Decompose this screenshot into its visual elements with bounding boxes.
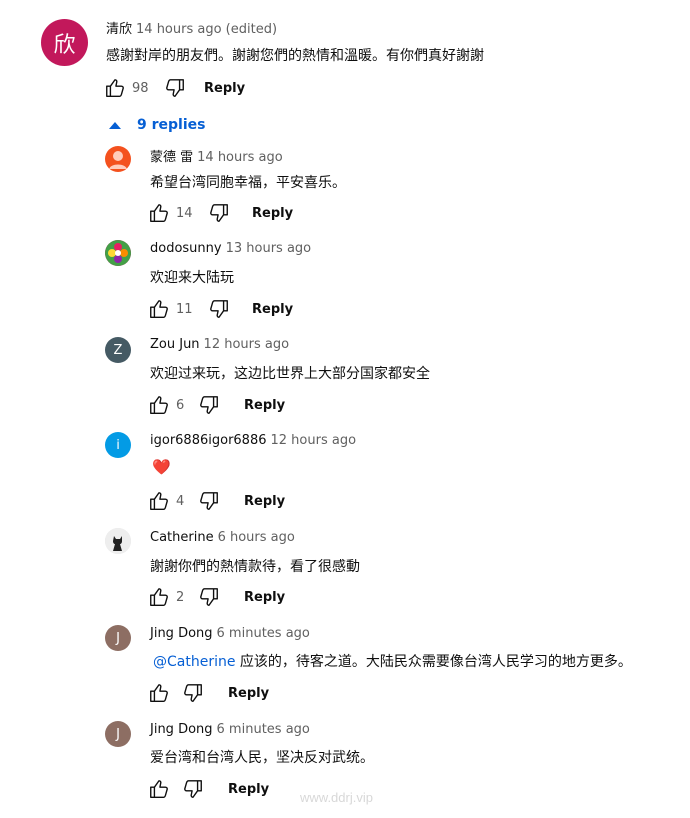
chevron-up-icon: [109, 121, 121, 129]
comment-text: 欢迎来大陆玩: [150, 270, 234, 286]
avatar[interactable]: 欣: [41, 19, 88, 66]
like-icon[interactable]: [148, 490, 170, 512]
avatar[interactable]: [105, 240, 131, 266]
comment-text: 希望台湾同胞幸福，平安喜乐。: [150, 175, 346, 191]
reply-item: 蒙德 雷 14 hours ago 希望台湾同胞幸福，平安喜乐。 14 Reply: [0, 140, 690, 236]
avatar[interactable]: Z: [105, 337, 131, 363]
comment-text: 爱台湾和台湾人民，坚决反对武统。: [150, 750, 374, 766]
like-count: 2: [176, 589, 185, 605]
comment-header: 清欣 14 hours ago (edited): [106, 18, 277, 37]
comment-text: 感謝對岸的朋友們。謝謝您們的熱情和溫暖。有你們真好謝謝: [106, 48, 484, 64]
comment-actions: Reply: [148, 777, 277, 801]
comment-actions: 14 Reply: [148, 201, 301, 225]
like-icon[interactable]: [148, 394, 170, 416]
author-name[interactable]: dodosunny: [150, 241, 222, 256]
top-comment: 欣 清欣 14 hours ago (edited) 感謝對岸的朋友們。謝謝您們的…: [0, 0, 690, 112]
author-name[interactable]: Zou Jun: [150, 337, 200, 352]
like-count: 14: [176, 205, 193, 221]
dislike-icon[interactable]: [164, 77, 186, 99]
reply-item: Z Zou Jun 12 hours ago 欢迎过来玩，这边比世界上大部分国家都…: [0, 332, 690, 428]
dislike-icon[interactable]: [208, 202, 230, 224]
reply-item: Catherine 6 hours ago 謝謝你們的熱情款待，看了很感動 2 R…: [0, 524, 690, 620]
reply-item: dodosunny 13 hours ago 欢迎来大陆玩 11 Reply: [0, 236, 690, 332]
flower-icon: [105, 240, 131, 266]
like-icon[interactable]: [104, 77, 126, 99]
author-name[interactable]: 蒙德 雷: [150, 150, 193, 165]
comment-actions: 4 Reply: [148, 489, 293, 513]
comment-text: 欢迎过来玩，这边比世界上大部分国家都安全: [150, 366, 430, 382]
reply-item: i igor6886igor6886 12 hours ago ❤️ 4 Repl…: [0, 428, 690, 524]
like-count: 11: [176, 301, 193, 317]
replies-toggle-button[interactable]: 9 replies: [109, 114, 205, 136]
comment-actions: 11 Reply: [148, 297, 301, 321]
author-name[interactable]: 清欣: [106, 22, 132, 37]
avatar[interactable]: J: [105, 625, 131, 651]
comment-actions: 6 Reply: [148, 393, 293, 417]
cat-icon: [105, 528, 131, 554]
avatar[interactable]: J: [105, 721, 131, 747]
comment-header: Jing Dong 6 minutes ago: [150, 626, 310, 641]
avatar[interactable]: i: [105, 432, 131, 458]
dislike-icon[interactable]: [182, 778, 204, 800]
heart-emoji: ❤️: [152, 458, 171, 476]
dislike-icon[interactable]: [198, 586, 220, 608]
comment-actions: 98 Reply: [104, 76, 253, 100]
like-icon[interactable]: [148, 586, 170, 608]
reply-button[interactable]: Reply: [244, 206, 301, 221]
like-icon[interactable]: [148, 202, 170, 224]
like-count: 6: [176, 397, 185, 413]
like-icon[interactable]: [148, 778, 170, 800]
avatar[interactable]: [105, 146, 131, 172]
reply-item: J Jing Dong 6 minutes ago @Catherine 应该的，…: [0, 620, 690, 716]
timestamp[interactable]: 12 hours ago: [204, 337, 290, 352]
author-name[interactable]: Jing Dong: [150, 722, 213, 737]
comment-actions: 2 Reply: [148, 585, 293, 609]
comment-text: @Catherine 应该的，待客之道。大陆民众需要像台湾人民学习的地方更多。: [153, 651, 632, 671]
dislike-icon[interactable]: [182, 682, 204, 704]
comment-header: igor6886igor6886 12 hours ago: [150, 433, 356, 448]
reply-button[interactable]: Reply: [196, 81, 253, 96]
comment-actions: Reply: [148, 681, 277, 705]
like-icon[interactable]: [148, 298, 170, 320]
reply-button[interactable]: Reply: [236, 494, 293, 509]
like-icon[interactable]: [148, 682, 170, 704]
dislike-icon[interactable]: [208, 298, 230, 320]
like-count: 98: [132, 80, 149, 96]
author-name[interactable]: Catherine: [150, 530, 214, 545]
dislike-icon[interactable]: [198, 490, 220, 512]
mention-link[interactable]: @Catherine: [153, 654, 235, 670]
timestamp[interactable]: 14 hours ago: [197, 150, 283, 165]
comment-header: 蒙德 雷 14 hours ago: [150, 146, 283, 165]
watermark: www.ddrj.vip: [300, 790, 373, 805]
timestamp[interactable]: 6 hours ago: [218, 530, 295, 545]
replies-count: 9 replies: [137, 117, 206, 133]
comment-text: 謝謝你們的熱情款待，看了很感動: [150, 559, 360, 575]
reply-button[interactable]: Reply: [220, 686, 277, 701]
timestamp[interactable]: 13 hours ago: [226, 241, 312, 256]
timestamp[interactable]: 6 minutes ago: [217, 722, 310, 737]
comment-text-body: 应该的，待客之道。大陆民众需要像台湾人民学习的地方更多。: [239, 654, 632, 670]
avatar[interactable]: [105, 528, 131, 554]
comment-header: dodosunny 13 hours ago: [150, 241, 311, 256]
timestamp[interactable]: 14 hours ago (edited): [136, 22, 277, 37]
reply-button[interactable]: Reply: [236, 590, 293, 605]
reply-button[interactable]: Reply: [244, 302, 301, 317]
person-icon: [109, 151, 127, 169]
reply-button[interactable]: Reply: [220, 782, 277, 797]
timestamp[interactable]: 6 minutes ago: [217, 626, 310, 641]
timestamp[interactable]: 12 hours ago: [271, 433, 357, 448]
author-name[interactable]: igor6886igor6886: [150, 433, 267, 448]
reply-button[interactable]: Reply: [236, 398, 293, 413]
comment-header: Catherine 6 hours ago: [150, 530, 295, 545]
author-name[interactable]: Jing Dong: [150, 626, 213, 641]
comment-header: Zou Jun 12 hours ago: [150, 337, 289, 352]
comment-header: Jing Dong 6 minutes ago: [150, 722, 310, 737]
like-count: 4: [176, 493, 185, 509]
dislike-icon[interactable]: [198, 394, 220, 416]
